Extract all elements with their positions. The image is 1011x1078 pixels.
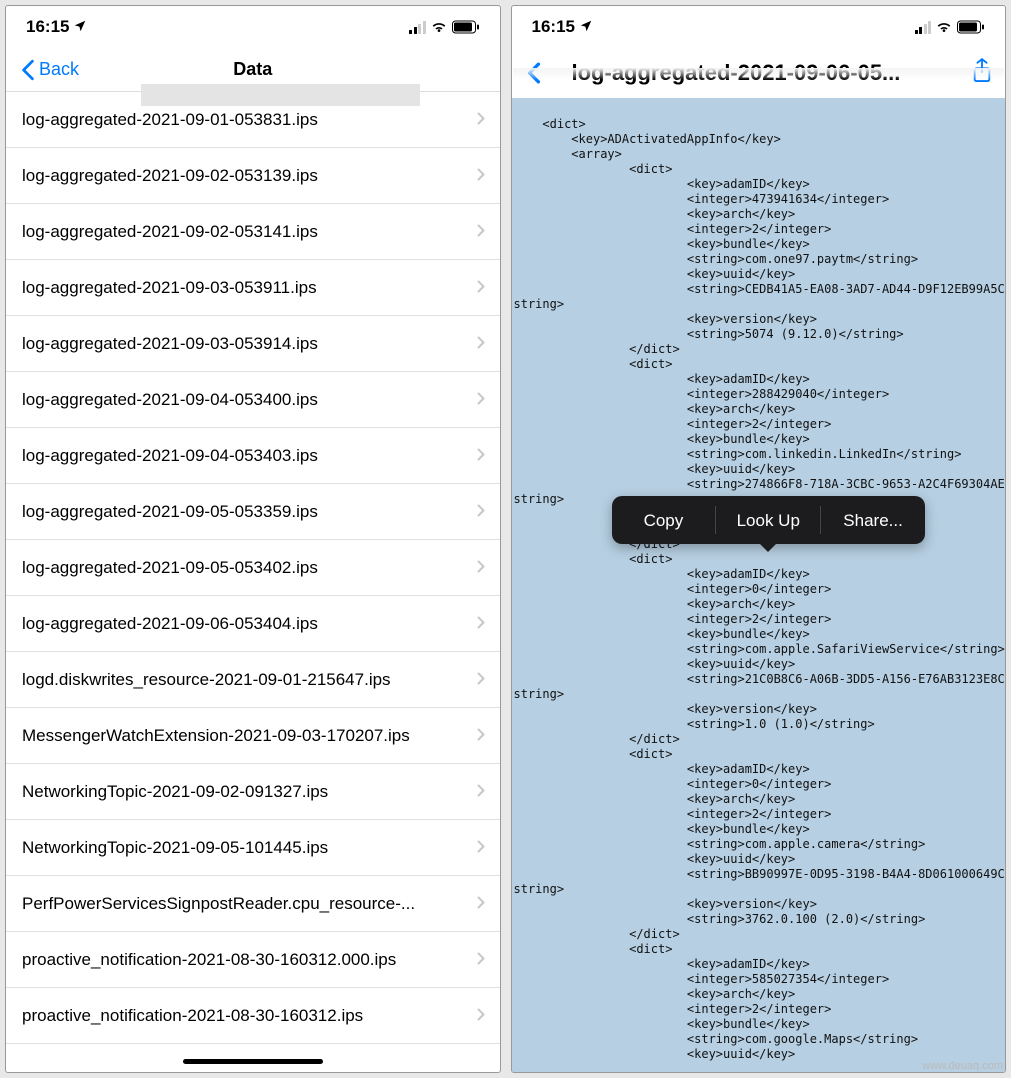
file-name: log-aggregated-2021-09-03-053914.ips bbox=[22, 334, 477, 354]
list-item[interactable]: proactive_notification-2021-08-30-160312… bbox=[6, 932, 500, 988]
file-name: PerfPowerServicesSignpostReader.cpu_reso… bbox=[22, 894, 477, 914]
list-item[interactable]: PerfPowerServicesSignpostReader.cpu_reso… bbox=[6, 876, 500, 932]
menu-arrow-icon bbox=[758, 542, 778, 552]
battery-icon bbox=[957, 20, 985, 34]
left-screenshot: 16:15 Back Data log-aggregated-2 bbox=[5, 5, 501, 1073]
file-name: MessengerWatchExtension-2021-09-03-17020… bbox=[22, 726, 477, 746]
list-item[interactable]: log-aggregated-2021-09-04-053400.ips bbox=[6, 372, 500, 428]
file-name: log-aggregated-2021-09-01-053831.ips bbox=[22, 110, 477, 130]
cellular-signal-icon bbox=[915, 21, 932, 34]
chevron-right-icon bbox=[477, 1006, 485, 1026]
file-name: NetworkingTopic-2021-09-05-101445.ips bbox=[22, 838, 477, 858]
file-name: proactive_notification-2021-08-30-160312… bbox=[22, 950, 477, 970]
file-name: NetworkingTopic-2021-09-02-091327.ips bbox=[22, 782, 477, 802]
list-item[interactable]: logd.diskwrites_resource-2021-09-01-2156… bbox=[6, 652, 500, 708]
menu-copy[interactable]: Copy bbox=[612, 513, 716, 528]
list-item[interactable]: NetworkingTopic-2021-09-02-091327.ips bbox=[6, 764, 500, 820]
file-name: log-aggregated-2021-09-04-053403.ips bbox=[22, 446, 477, 466]
list-item[interactable]: MessengerWatchExtension-2021-09-03-17020… bbox=[6, 708, 500, 764]
chevron-right-icon bbox=[477, 278, 485, 298]
wifi-icon bbox=[935, 20, 953, 34]
chevron-right-icon bbox=[477, 558, 485, 578]
status-time: 16:15 bbox=[26, 17, 69, 37]
chevron-right-icon bbox=[477, 222, 485, 242]
chevron-right-icon bbox=[477, 502, 485, 522]
chevron-right-icon bbox=[477, 390, 485, 410]
file-name: proactive_notification-2021-08-30-160312… bbox=[22, 1006, 477, 1026]
file-name: log-aggregated-2021-09-02-053141.ips bbox=[22, 222, 477, 242]
battery-icon bbox=[452, 20, 480, 34]
status-bar: 16:15 bbox=[6, 6, 500, 48]
chevron-right-icon bbox=[477, 726, 485, 746]
file-name: log-aggregated-2021-09-05-053402.ips bbox=[22, 558, 477, 578]
redaction-overlay bbox=[141, 84, 420, 106]
chevron-right-icon bbox=[477, 838, 485, 858]
back-label: Back bbox=[39, 59, 79, 80]
list-item[interactable]: proactive_notification-2021-08-30-160312… bbox=[6, 988, 500, 1044]
list-item[interactable]: log-aggregated-2021-09-02-053139.ips bbox=[6, 148, 500, 204]
home-indicator[interactable] bbox=[183, 1059, 323, 1064]
back-button[interactable]: Back bbox=[11, 59, 89, 81]
menu-share[interactable]: Share... bbox=[821, 513, 925, 528]
file-name: log-aggregated-2021-09-03-053911.ips bbox=[22, 278, 477, 298]
list-item[interactable]: log-aggregated-2021-09-05-053402.ips bbox=[6, 540, 500, 596]
list-item[interactable]: log-aggregated-2021-09-03-053914.ips bbox=[6, 316, 500, 372]
right-screenshot: 16:15 log-aggregated-2021-09-06-05... bbox=[511, 5, 1007, 1073]
watermark: www.deuaq.com bbox=[922, 1060, 1003, 1072]
chevron-right-icon bbox=[477, 614, 485, 634]
list-item[interactable]: log-aggregated-2021-09-02-053141.ips bbox=[6, 204, 500, 260]
xml-text[interactable]: <dict> <key>ADActivatedAppInfo</key> <ar… bbox=[514, 117, 1006, 1061]
chevron-right-icon bbox=[477, 446, 485, 466]
list-item[interactable]: log-aggregated-2021-09-04-053403.ips bbox=[6, 428, 500, 484]
chevron-right-icon bbox=[477, 166, 485, 186]
location-icon bbox=[73, 19, 87, 36]
list-item[interactable]: log-aggregated-2021-09-06-053404.ips bbox=[6, 596, 500, 652]
chevron-right-icon bbox=[477, 894, 485, 914]
file-name: log-aggregated-2021-09-02-053139.ips bbox=[22, 166, 477, 186]
status-bar: 16:15 bbox=[512, 6, 1006, 48]
cellular-signal-icon bbox=[409, 21, 426, 34]
file-name: logd.diskwrites_resource-2021-09-01-2156… bbox=[22, 670, 477, 690]
list-item[interactable]: log-aggregated-2021-09-05-053359.ips bbox=[6, 484, 500, 540]
chevron-right-icon bbox=[477, 782, 485, 802]
menu-lookup[interactable]: Look Up bbox=[716, 513, 820, 528]
file-name: log-aggregated-2021-09-04-053400.ips bbox=[22, 390, 477, 410]
file-name: log-aggregated-2021-09-06-053404.ips bbox=[22, 614, 477, 634]
list-item[interactable]: NetworkingTopic-2021-09-05-101445.ips bbox=[6, 820, 500, 876]
chevron-right-icon bbox=[477, 110, 485, 130]
chevron-right-icon bbox=[477, 670, 485, 690]
log-content[interactable]: <dict> <key>ADActivatedAppInfo</key> <ar… bbox=[512, 98, 1006, 1072]
chevron-right-icon bbox=[477, 950, 485, 970]
context-menu: Copy Look Up Share... bbox=[612, 496, 926, 544]
file-name: log-aggregated-2021-09-05-053359.ips bbox=[22, 502, 477, 522]
list-item[interactable]: log-aggregated-2021-09-03-053911.ips bbox=[6, 260, 500, 316]
nav-blur bbox=[513, 68, 1005, 80]
location-icon bbox=[579, 19, 593, 36]
wifi-icon bbox=[430, 20, 448, 34]
chevron-right-icon bbox=[477, 334, 485, 354]
file-list[interactable]: log-aggregated-2021-09-01-053831.ips log-… bbox=[6, 92, 500, 1072]
status-time: 16:15 bbox=[532, 17, 575, 37]
